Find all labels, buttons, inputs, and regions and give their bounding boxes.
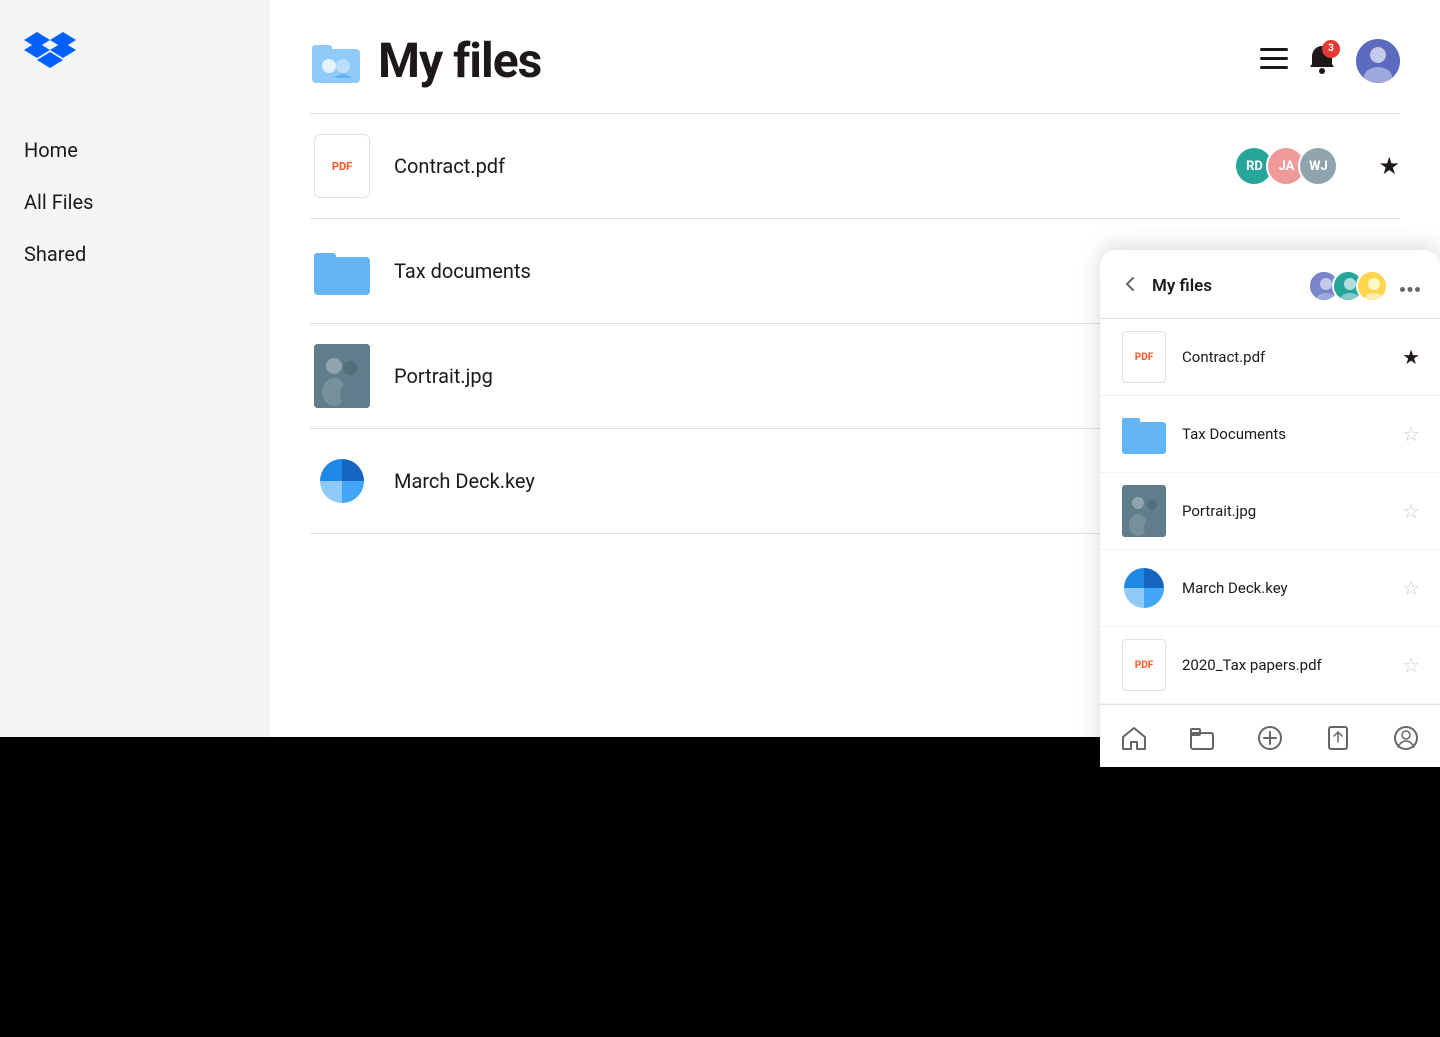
panel-title: My files xyxy=(1152,276,1308,296)
user-avatar-image xyxy=(1356,39,1400,83)
home-icon xyxy=(1121,725,1147,751)
black-background-area xyxy=(0,737,1440,1037)
main-header: My files 3 xyxy=(310,32,1400,89)
folder-icon-wrapper xyxy=(310,239,374,303)
profile-icon xyxy=(1393,725,1419,751)
sidebar-item-all-files[interactable]: All Files xyxy=(24,180,246,224)
panel-nav-add[interactable] xyxy=(1236,717,1304,759)
main-content: My files 3 xyxy=(270,0,1440,737)
notification-button[interactable]: 3 xyxy=(1308,44,1336,78)
avatar-wj: WJ xyxy=(1298,146,1338,186)
menu-button[interactable] xyxy=(1260,48,1288,73)
panel-portrait-thumbnail xyxy=(1122,485,1166,537)
sidebar: Home All Files Shared xyxy=(0,0,270,737)
header-right: 3 xyxy=(1260,39,1400,83)
folder-icon xyxy=(314,247,370,295)
folder-nav-icon xyxy=(1189,725,1215,751)
portrait-thumbnail xyxy=(314,344,370,408)
panel-nav-files[interactable] xyxy=(1168,717,1236,759)
dropbox-logo-icon xyxy=(24,32,76,76)
panel-image-icon-wrapper xyxy=(1120,487,1168,535)
pdf-icon-wrapper: PDF xyxy=(310,134,374,198)
panel-file-row[interactable]: March Deck.key ☆ xyxy=(1100,550,1440,627)
star-icon[interactable]: ★ xyxy=(1378,152,1400,180)
panel-star-icon[interactable]: ☆ xyxy=(1402,499,1420,523)
logo xyxy=(24,32,246,80)
panel-nav-upload[interactable] xyxy=(1304,717,1372,759)
panel-header-avatars xyxy=(1308,270,1388,302)
panel-file-row[interactable]: PDF 2020_Tax papers.pdf ☆ xyxy=(1100,627,1440,704)
panel-file-list: PDF Contract.pdf ★ Tax Documents ☆ xyxy=(1100,319,1440,704)
notification-badge: 3 xyxy=(1322,40,1340,58)
panel-pdf2-badge: PDF xyxy=(1122,639,1166,691)
panel-file-name: Contract.pdf xyxy=(1182,348,1402,366)
shared-folder-icon xyxy=(310,35,362,87)
panel-star-icon[interactable]: ☆ xyxy=(1402,653,1420,677)
panel-keynote-pie-icon xyxy=(1122,566,1166,610)
more-icon xyxy=(1400,287,1420,292)
panel-bottom-nav xyxy=(1100,704,1440,767)
add-icon xyxy=(1257,725,1283,751)
panel-star-icon[interactable]: ★ xyxy=(1402,345,1420,369)
upload-icon xyxy=(1325,725,1351,751)
keynote-pie-icon xyxy=(316,455,368,507)
file-name: Contract.pdf xyxy=(394,154,1234,178)
panel-file-name: Tax Documents xyxy=(1182,425,1402,443)
panel-star-icon[interactable]: ☆ xyxy=(1402,576,1420,600)
keynote-icon-wrapper xyxy=(310,449,374,513)
panel-more-button[interactable] xyxy=(1400,275,1420,298)
panel-header: My files xyxy=(1100,250,1440,319)
panel-back-button[interactable] xyxy=(1120,274,1140,299)
panel-nav-profile[interactable] xyxy=(1372,717,1440,759)
chevron-left-icon xyxy=(1120,274,1140,294)
mobile-panel: My files xyxy=(1100,250,1440,767)
panel-star-icon[interactable]: ☆ xyxy=(1402,422,1420,446)
panel-file-name: March Deck.key xyxy=(1182,579,1402,597)
image-icon-wrapper xyxy=(310,344,374,408)
panel-pdf-icon-wrapper: PDF xyxy=(1120,333,1168,381)
panel-file-row[interactable]: PDF Contract.pdf ★ xyxy=(1100,319,1440,396)
panel-nav-home[interactable] xyxy=(1100,717,1168,759)
page-title: My files xyxy=(378,32,541,89)
panel-pdf2-icon-wrapper: PDF xyxy=(1120,641,1168,689)
sidebar-navigation: Home All Files Shared xyxy=(24,128,246,276)
panel-folder-icon-wrapper xyxy=(1120,410,1168,458)
panel-avatar-3 xyxy=(1356,270,1388,302)
panel-file-name: 2020_Tax papers.pdf xyxy=(1182,656,1402,674)
file-row[interactable]: PDF Contract.pdf RD JA WJ ★ xyxy=(310,114,1400,219)
header-left: My files xyxy=(310,32,541,89)
panel-file-row[interactable]: Tax Documents ☆ xyxy=(1100,396,1440,473)
user-avatar[interactable] xyxy=(1356,39,1400,83)
panel-pdf-badge: PDF xyxy=(1122,331,1166,383)
sidebar-item-shared[interactable]: Shared xyxy=(24,232,246,276)
hamburger-icon xyxy=(1260,48,1288,70)
panel-file-name: Portrait.jpg xyxy=(1182,502,1402,520)
panel-folder-icon xyxy=(1122,414,1166,454)
sidebar-item-home[interactable]: Home xyxy=(24,128,246,172)
panel-keynote-icon-wrapper xyxy=(1120,564,1168,612)
pdf-badge: PDF xyxy=(314,134,370,198)
file-avatars: RD JA WJ xyxy=(1234,146,1338,186)
panel-file-row[interactable]: Portrait.jpg ☆ xyxy=(1100,473,1440,550)
